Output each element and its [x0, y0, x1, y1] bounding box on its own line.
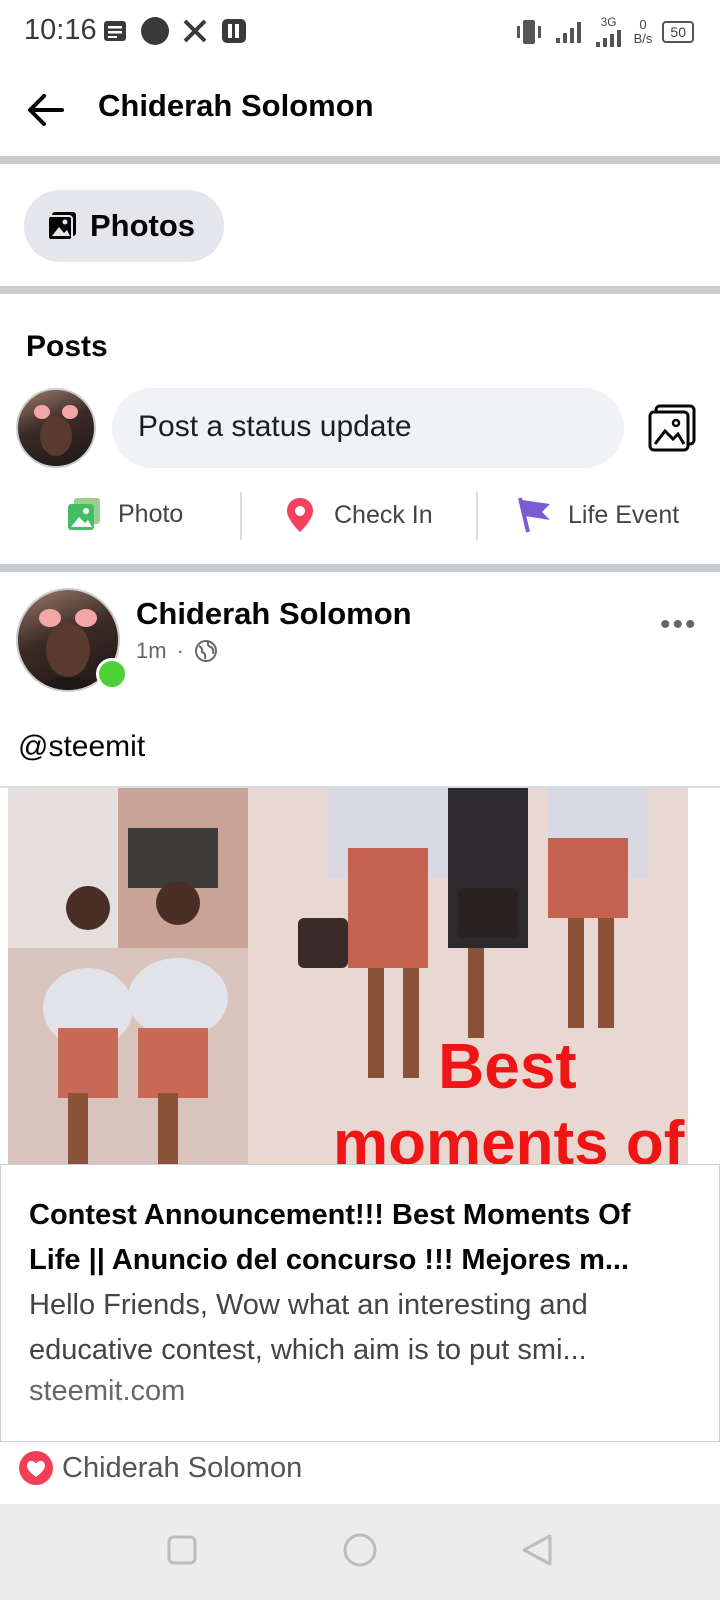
vibrate-icon [516, 20, 541, 44]
meta-separator: · [176, 638, 184, 663]
post-time[interactable]: 1m [136, 638, 167, 664]
photos-label: Photos [90, 208, 196, 243]
globe-icon [194, 640, 217, 662]
page-title: Chiderah Solomon [98, 88, 374, 123]
battery-level: 50 [670, 24, 686, 40]
signal-icon [555, 22, 581, 43]
back-arrow-icon[interactable] [24, 88, 68, 132]
flag-icon [518, 497, 550, 533]
link-title: Contest Announcement!!! Best Moments Of … [29, 1193, 689, 1283]
location-pin-icon [287, 498, 313, 532]
post-meta: 1m · [136, 638, 218, 664]
network-speed-value: 0 [639, 17, 647, 32]
photos-button[interactable]: Photos [24, 190, 224, 262]
photo-action[interactable]: Photo [66, 496, 183, 532]
reactions-row[interactable]: Chiderah Solomon [18, 1450, 302, 1486]
check-in-label: Check In [334, 500, 433, 529]
notification-icons [102, 16, 248, 46]
photo-action-label: Photo [118, 499, 184, 528]
status-update-input[interactable]: Post a status update [112, 388, 624, 468]
action-divider [476, 492, 478, 540]
check-in-action[interactable]: Check In [284, 496, 433, 534]
link-description-text: Hello Friends, Wow what an interesting a… [29, 1289, 588, 1366]
network-type-label: 3G [600, 15, 617, 29]
recent-apps-icon[interactable] [166, 1534, 198, 1566]
link-description: Hello Friends, Wow what an interesting a… [29, 1283, 689, 1373]
link-source: steemit.com [29, 1375, 186, 1407]
battery-icon: 50 [662, 21, 694, 43]
network-speed: 0 B/s [634, 18, 653, 46]
divider [0, 286, 720, 294]
post-author-name[interactable]: Chiderah Solomon [136, 596, 412, 632]
link-preview-card[interactable]: Contest Announcement!!! Best Moments Of … [0, 1164, 720, 1442]
photos-icon [47, 212, 76, 241]
avatar-face-icon [34, 405, 78, 456]
app-notification-icon [222, 19, 246, 43]
status-bar: 10:16 3G 0 B/s 50 [0, 0, 720, 64]
message-notification-icon [104, 21, 126, 41]
post-text: @steemit [18, 730, 146, 763]
composer-avatar[interactable] [16, 388, 96, 468]
photo-icon [68, 498, 100, 530]
system-navigation-bar [0, 1504, 720, 1600]
status-time: 10:16 [24, 14, 97, 46]
life-event-action[interactable]: Life Event [516, 496, 679, 534]
life-event-label: Life Event [568, 500, 680, 529]
heart-reaction-icon [19, 1451, 53, 1485]
status-update-placeholder: Post a status update [138, 410, 412, 443]
post-photo: Best moments of [8, 788, 688, 1164]
posts-heading: Posts [26, 330, 108, 363]
home-icon[interactable] [342, 1532, 378, 1568]
image-overlay-text-2: moments of [333, 1109, 685, 1164]
network-type: 3G [594, 16, 624, 48]
system-icons: 3G 0 B/s 50 [514, 16, 694, 48]
gallery-icon[interactable] [646, 402, 698, 454]
x-notification-icon [183, 19, 207, 43]
image-overlay-text-1: Best [438, 1030, 577, 1102]
link-title-text: Contest Announcement!!! Best Moments Of … [29, 1199, 631, 1276]
signal-icon-2 [595, 30, 621, 47]
header: Chiderah Solomon [0, 64, 720, 154]
divider [0, 156, 720, 164]
network-speed-unit: B/s [633, 31, 653, 46]
divider [0, 564, 720, 572]
post-image[interactable]: Best moments of [8, 788, 688, 1164]
reaction-name: Chiderah Solomon [62, 1451, 303, 1484]
action-divider [240, 492, 242, 540]
circle-notification-icon [141, 17, 169, 45]
more-options-icon[interactable]: ••• [660, 608, 698, 642]
online-status-dot [96, 658, 128, 690]
back-nav-icon[interactable] [520, 1532, 554, 1568]
